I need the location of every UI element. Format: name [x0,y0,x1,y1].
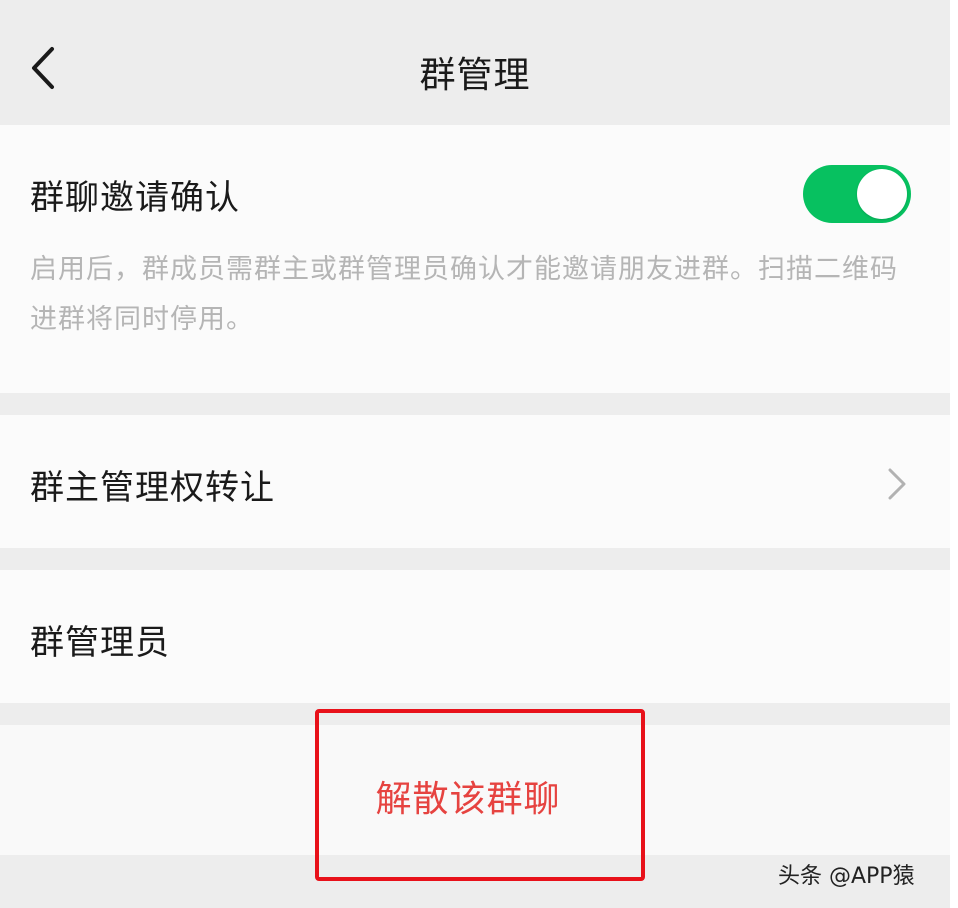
transfer-owner-label: 群主管理权转让 [30,468,275,508]
navigation-bar: 群管理 [0,0,950,125]
invite-confirm-description: 启用后，群成员需群主或群管理员确认才能邀请朋友进群。扫描二维码进群将同时停用。 [30,254,898,335]
group-admins-label: 群管理员 [30,623,170,663]
watermark-text: 头条 @APP猿 [778,864,915,889]
toggle-knob [857,169,907,219]
invite-confirm-title: 群聊邀请确认 [30,178,240,218]
invite-confirm-toggle[interactable] [803,165,911,223]
highlight-annotation-box [315,709,645,881]
page-title: 群管理 [419,55,531,96]
chevron-right-icon [888,468,906,500]
screen-edge [950,0,958,908]
